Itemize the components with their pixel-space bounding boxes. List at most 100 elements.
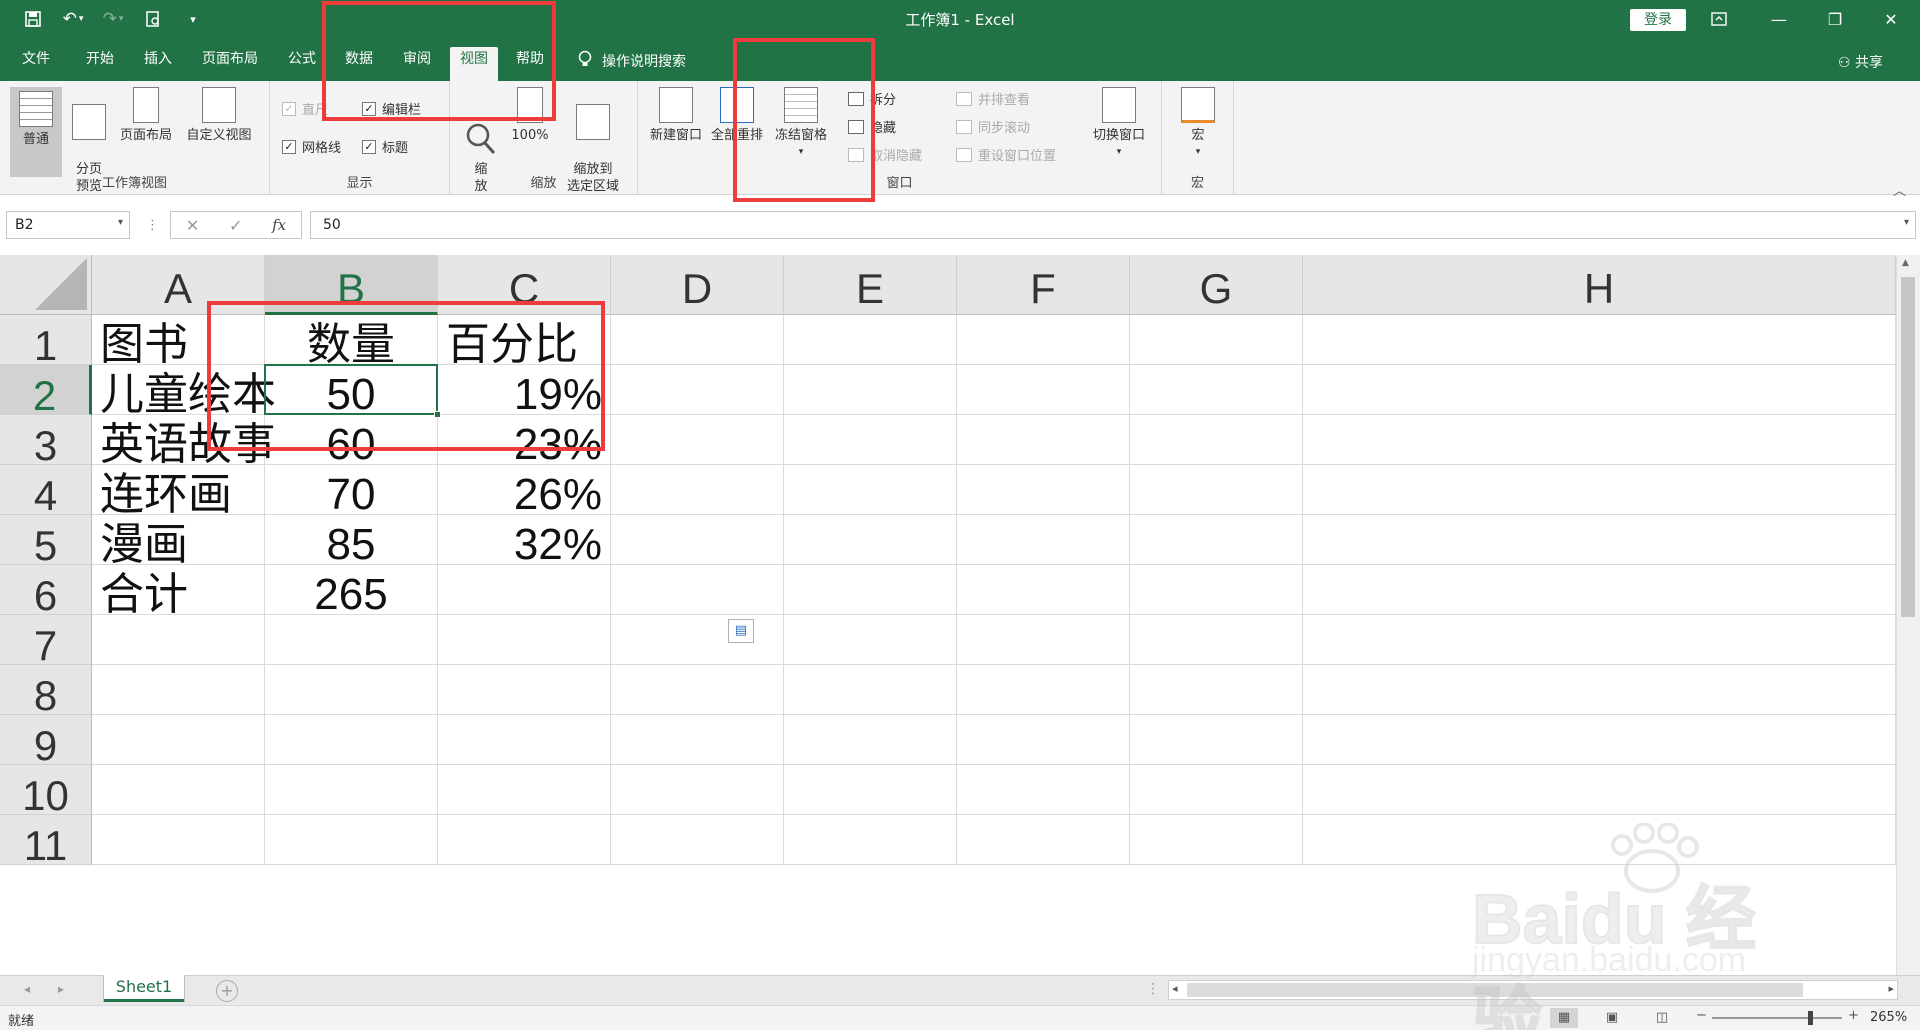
cell-f10[interactable] bbox=[957, 765, 1130, 815]
cell-d4[interactable] bbox=[611, 465, 784, 515]
cell-a11[interactable] bbox=[92, 815, 265, 865]
cell-h2[interactable] bbox=[1303, 365, 1896, 415]
formula-input[interactable]: 50 ▾ bbox=[310, 211, 1916, 239]
cell-b11[interactable] bbox=[265, 815, 438, 865]
cell-a6[interactable]: 合计 bbox=[92, 565, 265, 620]
cell-b9[interactable] bbox=[265, 715, 438, 765]
cell-g5[interactable] bbox=[1130, 515, 1303, 565]
cell-b1[interactable]: 数量 bbox=[265, 315, 438, 370]
scroll-right-icon[interactable]: ▸ bbox=[1888, 982, 1894, 995]
cell-f3[interactable] bbox=[957, 415, 1130, 465]
tab-formulas[interactable]: 公式 bbox=[278, 47, 326, 81]
cell-h4[interactable] bbox=[1303, 465, 1896, 515]
cell-f2[interactable] bbox=[957, 365, 1130, 415]
hide-button[interactable]: 隐藏 bbox=[848, 117, 896, 136]
page-layout-view-button[interactable]: 页面布局 bbox=[114, 87, 178, 144]
cell-a3[interactable]: 英语故事 bbox=[92, 415, 276, 470]
worksheet-grid[interactable]: A B C D E F G H 1 图书 数量 百分比 2 儿童绘本 50 19% 3 英语故事 60 23% 4 连环画… bbox=[0, 255, 1920, 975]
cell-c8[interactable] bbox=[438, 665, 611, 715]
cell-d3[interactable] bbox=[611, 415, 784, 465]
scroll-up-icon[interactable]: ▲ bbox=[1902, 258, 1909, 268]
row-header-9[interactable]: 9 bbox=[0, 715, 92, 769]
cancel-icon[interactable]: ✕ bbox=[186, 216, 199, 235]
cell-e9[interactable] bbox=[784, 715, 957, 765]
cell-g11[interactable] bbox=[1130, 815, 1303, 865]
row-header-2[interactable]: 2 bbox=[0, 365, 92, 419]
cell-d2[interactable] bbox=[611, 365, 784, 415]
row-header-3[interactable]: 3 bbox=[0, 415, 92, 469]
tab-review[interactable]: 审阅 bbox=[393, 47, 441, 81]
cell-g7[interactable] bbox=[1130, 615, 1303, 665]
tab-help[interactable]: 帮助 bbox=[506, 47, 554, 81]
cell-g10[interactable] bbox=[1130, 765, 1303, 815]
cell-e6[interactable] bbox=[784, 565, 957, 615]
tab-file[interactable]: 文件 bbox=[12, 47, 60, 81]
cell-f8[interactable] bbox=[957, 665, 1130, 715]
cell-h5[interactable] bbox=[1303, 515, 1896, 565]
tab-view[interactable]: 视图 bbox=[450, 47, 498, 81]
row-header-10[interactable]: 10 bbox=[0, 765, 92, 819]
minimize-icon[interactable]: — bbox=[1756, 0, 1802, 38]
scroll-left-icon[interactable]: ◂ bbox=[1172, 982, 1178, 995]
cell-c4[interactable]: 26% bbox=[438, 465, 611, 519]
column-header-d[interactable]: D bbox=[611, 255, 784, 315]
row-header-4[interactable]: 4 bbox=[0, 465, 92, 519]
cell-e8[interactable] bbox=[784, 665, 957, 715]
tell-me-search[interactable]: 操作说明搜索 bbox=[578, 50, 686, 72]
synchronous-scrolling-button[interactable]: 同步滚动 bbox=[956, 117, 1030, 136]
cell-f4[interactable] bbox=[957, 465, 1130, 515]
cell-b10[interactable] bbox=[265, 765, 438, 815]
cell-g3[interactable] bbox=[1130, 415, 1303, 465]
cell-e1[interactable] bbox=[784, 315, 957, 365]
cell-h8[interactable] bbox=[1303, 665, 1896, 715]
cell-e5[interactable] bbox=[784, 515, 957, 565]
column-header-h[interactable]: H bbox=[1303, 255, 1896, 315]
row-header-1[interactable]: 1 bbox=[0, 315, 92, 369]
cell-d5[interactable] bbox=[611, 515, 784, 565]
collapse-ribbon-icon[interactable]: ︿ bbox=[1893, 180, 1906, 199]
headings-checkbox[interactable]: ✓ 标题 bbox=[362, 137, 408, 156]
cell-c10[interactable] bbox=[438, 765, 611, 815]
freeze-panes-button[interactable]: 冻结窗格 ▾ bbox=[770, 87, 832, 161]
cell-a4[interactable]: 连环画 bbox=[92, 465, 265, 520]
column-header-a[interactable]: A bbox=[92, 255, 265, 315]
tab-insert[interactable]: 插入 bbox=[134, 47, 182, 81]
column-header-e[interactable]: E bbox=[784, 255, 957, 315]
cell-d1[interactable] bbox=[611, 315, 784, 365]
cell-a10[interactable] bbox=[92, 765, 265, 815]
cell-h9[interactable] bbox=[1303, 715, 1896, 765]
cell-h7[interactable] bbox=[1303, 615, 1896, 665]
cell-h11[interactable] bbox=[1303, 815, 1896, 865]
normal-view-button[interactable]: 普通 bbox=[10, 87, 62, 177]
cell-c9[interactable] bbox=[438, 715, 611, 765]
cell-g6[interactable] bbox=[1130, 565, 1303, 615]
cell-c11[interactable] bbox=[438, 815, 611, 865]
gridlines-checkbox[interactable]: ✓ 网格线 bbox=[282, 137, 341, 156]
row-header-5[interactable]: 5 bbox=[0, 515, 92, 569]
horizontal-scroll-thumb[interactable] bbox=[1187, 983, 1803, 997]
cell-h10[interactable] bbox=[1303, 765, 1896, 815]
cell-g2[interactable] bbox=[1130, 365, 1303, 415]
cell-a8[interactable] bbox=[92, 665, 265, 715]
column-header-g[interactable]: G bbox=[1130, 255, 1303, 315]
cell-f9[interactable] bbox=[957, 715, 1130, 765]
cell-f11[interactable] bbox=[957, 815, 1130, 865]
row-header-6[interactable]: 6 bbox=[0, 565, 92, 619]
cell-d6[interactable] bbox=[611, 565, 784, 615]
name-box[interactable]: B2 ▾ bbox=[6, 211, 130, 239]
cell-f5[interactable] bbox=[957, 515, 1130, 565]
cell-c6[interactable] bbox=[438, 565, 611, 615]
vertical-scroll-thumb[interactable] bbox=[1901, 277, 1915, 617]
cell-b4[interactable]: 70 bbox=[265, 465, 438, 519]
tab-data[interactable]: 数据 bbox=[335, 47, 383, 81]
page-layout-view-icon[interactable]: ▣ bbox=[1598, 1008, 1626, 1028]
formula-bar-checkbox[interactable]: ✓ 编辑栏 bbox=[362, 99, 421, 118]
restore-icon[interactable]: ❐ bbox=[1812, 0, 1858, 38]
cell-e10[interactable] bbox=[784, 765, 957, 815]
column-header-c[interactable]: C bbox=[438, 255, 611, 315]
cell-e2[interactable] bbox=[784, 365, 957, 415]
next-sheet-icon[interactable]: ▸ bbox=[58, 982, 64, 996]
cell-c1[interactable]: 百分比 bbox=[438, 315, 611, 370]
cell-h6[interactable] bbox=[1303, 565, 1896, 615]
close-icon[interactable]: ✕ bbox=[1868, 0, 1914, 38]
